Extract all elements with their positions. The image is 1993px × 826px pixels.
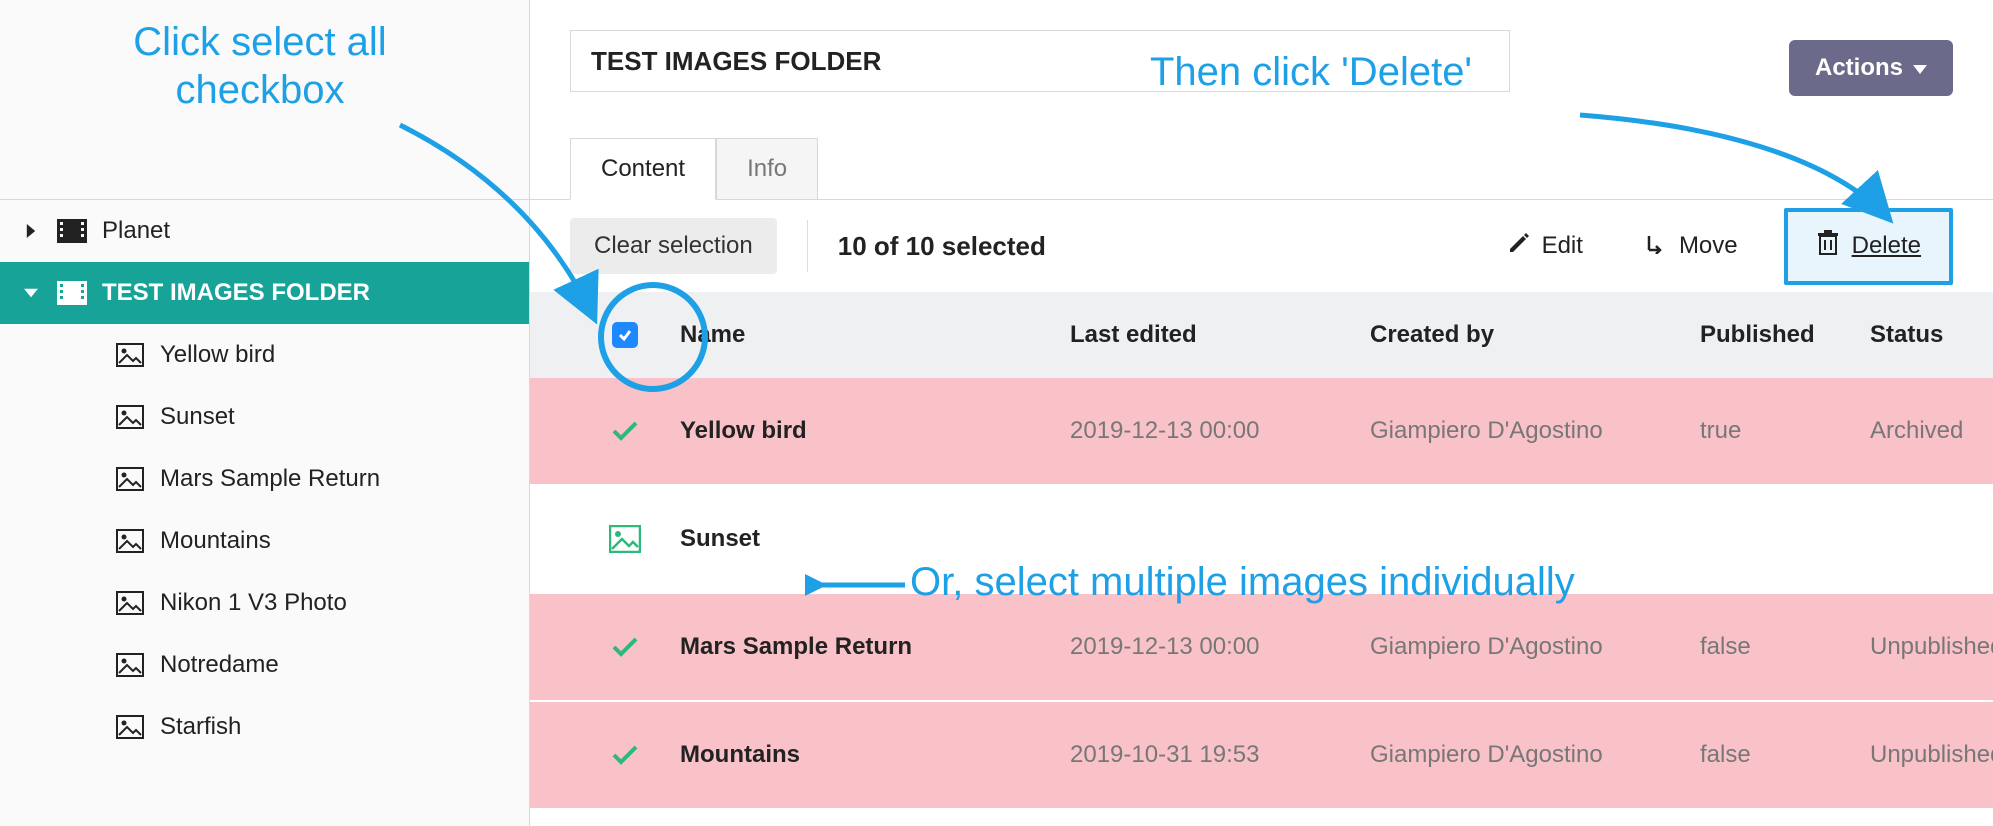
- table-row[interactable]: Mars Sample Return 2019-12-13 00:00 Giam…: [530, 594, 1993, 702]
- tabs: Content Info: [570, 138, 818, 200]
- trash-icon: [1816, 230, 1840, 263]
- row-last-edited: 2019-12-13 00:00: [1070, 417, 1370, 445]
- col-name[interactable]: Name: [680, 321, 1070, 349]
- tree-item-child[interactable]: Sunset: [0, 386, 529, 448]
- move-icon: [1645, 232, 1667, 261]
- sidebar-header-spacer: [0, 0, 529, 200]
- tree-item-label: Starfish: [160, 713, 241, 741]
- caret-down-icon: [1913, 54, 1927, 82]
- actions-button[interactable]: Actions: [1789, 40, 1953, 96]
- edit-button-label: Edit: [1542, 232, 1583, 260]
- tree-item-test-images-folder[interactable]: TEST IMAGES FOLDER: [0, 262, 529, 324]
- image-icon: [114, 339, 146, 371]
- row-status: Archived: [1870, 417, 1963, 445]
- row-published: false: [1700, 741, 1870, 769]
- table-header: Name Last edited Created by Published St…: [530, 292, 1993, 378]
- tree-item-child[interactable]: Nikon 1 V3 Photo: [0, 572, 529, 634]
- sidebar-tree: Planet TEST IMAGES FOLDER Yellow bird Su…: [0, 200, 529, 758]
- row-published: true: [1700, 417, 1870, 445]
- selected-check-icon: [570, 743, 680, 767]
- col-status[interactable]: Status: [1870, 321, 1953, 349]
- delete-button-label: Delete: [1852, 232, 1921, 260]
- divider: [807, 220, 808, 272]
- tree-item-label: Nikon 1 V3 Photo: [160, 589, 347, 617]
- tree-item-child[interactable]: Yellow bird: [0, 324, 529, 386]
- row-created-by: Giampiero D'Agostino: [1370, 417, 1700, 445]
- row-name: Sunset: [680, 525, 1070, 553]
- image-icon: [570, 525, 680, 553]
- tree-item-label: Mars Sample Return: [160, 465, 380, 493]
- tree-item-planet[interactable]: Planet: [0, 200, 529, 262]
- tree-item-label: TEST IMAGES FOLDER: [102, 279, 370, 307]
- folder-film-icon: [56, 215, 88, 247]
- folder-title-input[interactable]: [570, 30, 1510, 92]
- selected-check-icon: [570, 419, 680, 443]
- tree-item-child[interactable]: Mars Sample Return: [0, 448, 529, 510]
- image-icon: [114, 711, 146, 743]
- table-row[interactable]: Yellow bird 2019-12-13 00:00 Giampiero D…: [530, 378, 1993, 486]
- row-status: Unpublished: [1870, 633, 1993, 661]
- image-icon: [114, 587, 146, 619]
- tab-content[interactable]: Content: [570, 138, 716, 200]
- col-last-edited[interactable]: Last edited: [1070, 321, 1370, 349]
- tab-info[interactable]: Info: [716, 138, 818, 200]
- row-name: Mountains: [680, 741, 1070, 769]
- row-name: Yellow bird: [680, 417, 1070, 445]
- sidebar: Planet TEST IMAGES FOLDER Yellow bird Su…: [0, 0, 530, 826]
- image-icon: [114, 401, 146, 433]
- selected-check-icon: [570, 635, 680, 659]
- row-last-edited: 2019-12-13 00:00: [1070, 633, 1370, 661]
- tree-item-label: Notredame: [160, 651, 279, 679]
- edit-button[interactable]: Edit: [1492, 222, 1599, 271]
- table-row[interactable]: Mountains 2019-10-31 19:53 Giampiero D'A…: [530, 702, 1993, 810]
- tree-item-child[interactable]: Notredame: [0, 634, 529, 696]
- folder-film-icon: [56, 277, 88, 309]
- row-published: false: [1700, 633, 1870, 661]
- move-button-label: Move: [1679, 232, 1738, 260]
- tree-item-child[interactable]: Starfish: [0, 696, 529, 758]
- move-button[interactable]: Move: [1629, 222, 1754, 271]
- tree-item-child[interactable]: Mountains: [0, 510, 529, 572]
- tree-item-label: Planet: [102, 217, 170, 245]
- image-icon: [114, 463, 146, 495]
- tree-item-label: Mountains: [160, 527, 271, 555]
- row-created-by: Giampiero D'Agostino: [1370, 633, 1700, 661]
- image-icon: [114, 525, 146, 557]
- select-all-checkbox[interactable]: [612, 322, 638, 348]
- row-created-by: Giampiero D'Agostino: [1370, 741, 1700, 769]
- table-row[interactable]: Sunset: [530, 486, 1993, 594]
- main-panel: Actions Content Info Clear selection 10 …: [530, 0, 1993, 826]
- clear-selection-button[interactable]: Clear selection: [570, 218, 777, 274]
- delete-button[interactable]: Delete: [1784, 208, 1953, 285]
- caret-down-icon: [24, 279, 42, 307]
- tree-item-label: Yellow bird: [160, 341, 275, 369]
- pencil-icon: [1508, 232, 1530, 261]
- col-published[interactable]: Published: [1700, 321, 1870, 349]
- selection-count: 10 of 10 selected: [838, 231, 1046, 262]
- row-status: Unpublished: [1870, 741, 1993, 769]
- image-icon: [114, 649, 146, 681]
- selection-toolbar: Clear selection 10 of 10 selected Edit M…: [530, 200, 1993, 292]
- col-created-by[interactable]: Created by: [1370, 321, 1700, 349]
- header-area: Actions Content Info: [530, 0, 1993, 200]
- caret-right-icon: [24, 217, 42, 245]
- row-last-edited: 2019-10-31 19:53: [1070, 741, 1370, 769]
- row-name: Mars Sample Return: [680, 633, 1070, 661]
- actions-button-label: Actions: [1815, 54, 1903, 82]
- tree-item-label: Sunset: [160, 403, 235, 431]
